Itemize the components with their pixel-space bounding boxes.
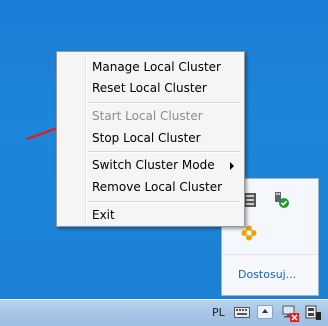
menu-item-remove-local-cluster[interactable]: Remove Local Cluster [59, 177, 242, 198]
usb-check-icon[interactable] [272, 191, 290, 209]
volume-icon[interactable] [304, 304, 322, 322]
taskbar: PL [0, 299, 328, 326]
menu-separator [88, 151, 240, 153]
menu-item-manage-local-cluster[interactable]: Manage Local Cluster [59, 57, 242, 78]
customize-link[interactable]: Dostosuj... [222, 254, 318, 295]
submenu-arrow-icon [230, 162, 234, 170]
menu-item-switch-cluster-mode[interactable]: Switch Cluster Mode [59, 155, 242, 176]
menu-item-label: Switch Cluster Mode [92, 158, 215, 172]
flower-icon[interactable] [241, 225, 257, 241]
keyboard-icon[interactable] [244, 193, 256, 207]
network-disconnected-icon[interactable] [281, 304, 299, 322]
menu-separator [88, 201, 240, 203]
menu-item-start-local-cluster[interactable]: Start Local Cluster [59, 106, 242, 127]
show-hidden-icons-button[interactable] [257, 305, 273, 319]
menu-separator [88, 102, 240, 104]
language-indicator[interactable]: PL [212, 306, 225, 319]
context-menu: Manage Local Cluster Reset Local Cluster… [56, 51, 245, 227]
menu-item-stop-local-cluster[interactable]: Stop Local Cluster [59, 128, 242, 149]
menu-item-exit[interactable]: Exit [59, 205, 242, 226]
menu-item-reset-local-cluster[interactable]: Reset Local Cluster [59, 78, 242, 99]
keyboard-layout-icon[interactable] [234, 307, 250, 318]
